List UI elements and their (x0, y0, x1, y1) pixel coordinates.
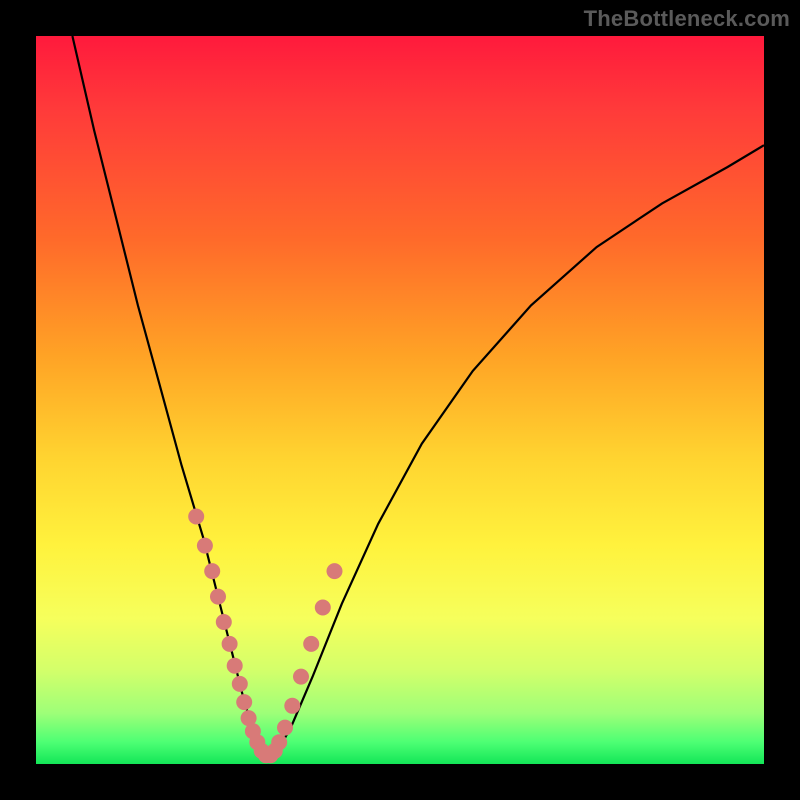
highlight-dot (315, 600, 331, 616)
highlight-dot (197, 538, 213, 554)
highlight-dot (284, 698, 300, 714)
highlight-dot (327, 563, 343, 579)
highlight-dot (303, 636, 319, 652)
plot-area (36, 36, 764, 764)
curve-overlay (36, 36, 764, 764)
highlight-dot (277, 720, 293, 736)
highlight-dots (188, 509, 342, 764)
highlight-dot (227, 658, 243, 674)
chart-frame: TheBottleneck.com (0, 0, 800, 800)
highlight-dot (271, 734, 287, 750)
highlight-dot (188, 509, 204, 525)
highlight-dot (210, 589, 226, 605)
highlight-dot (216, 614, 232, 630)
highlight-dot (222, 636, 238, 652)
watermark-text: TheBottleneck.com (584, 6, 790, 32)
bottleneck-curve (72, 36, 764, 760)
highlight-dot (236, 694, 252, 710)
highlight-dot (293, 669, 309, 685)
highlight-dot (204, 563, 220, 579)
highlight-dot (232, 676, 248, 692)
